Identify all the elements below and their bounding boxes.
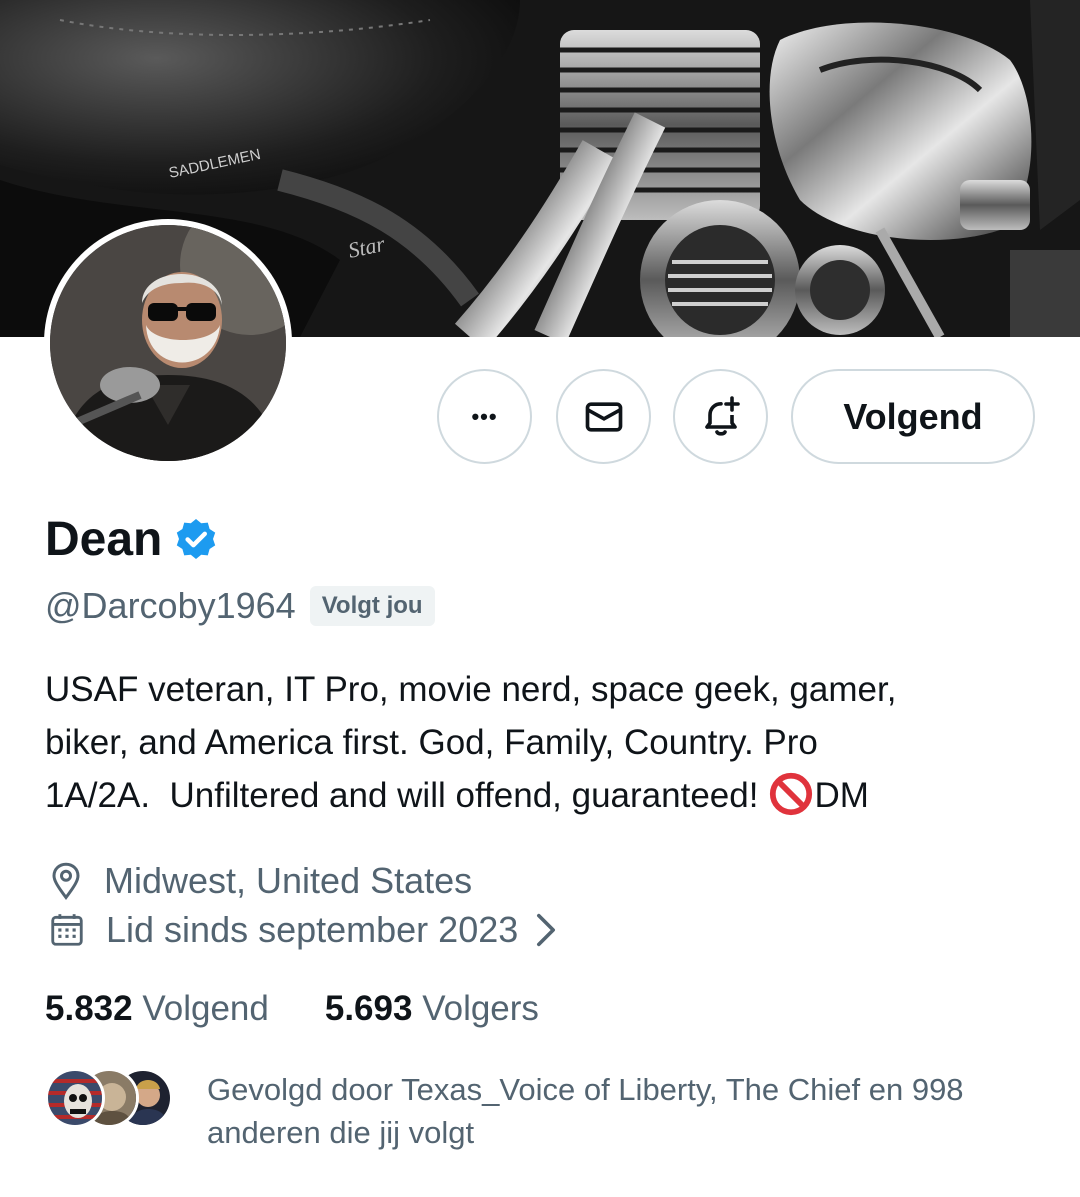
following-stat[interactable]: 5.832 Volgend: [45, 989, 269, 1029]
followers-label: Volgers: [422, 989, 539, 1028]
bio-line: 1A/2A. Unfiltered and will offend, guara…: [45, 769, 1045, 822]
verified-badge-icon[interactable]: [172, 516, 220, 564]
bio-line-text: 1A/2A. Unfiltered and will offend, guara…: [45, 776, 759, 815]
following-label: Volgend: [142, 989, 269, 1028]
no-entry-emoji-icon: [770, 772, 813, 815]
followed-by-text[interactable]: Gevolgd door Texas_Voice of Liberty, The…: [207, 1068, 1067, 1154]
handle-row: @Darcoby1964 Volgt jou: [45, 585, 435, 627]
message-button[interactable]: [556, 369, 651, 464]
location-text: Midwest, United States: [104, 860, 473, 901]
following-button[interactable]: Volgend: [791, 369, 1035, 464]
bell-plus-icon: [704, 395, 740, 436]
follower-avatar: [45, 1068, 105, 1128]
follow-stats: 5.832 Volgend 5.693 Volgers: [45, 989, 595, 1029]
profile-name: Dean: [45, 513, 163, 566]
profile-bio: USAF veteran, IT Pro, movie nerd, space …: [45, 663, 1045, 822]
avatar-image: [50, 225, 286, 461]
chevron-right-icon: [537, 913, 556, 947]
more-horizontal-icon: •••: [471, 403, 498, 429]
location-row: Midwest, United States: [48, 860, 472, 902]
followers-count: 5.693: [324, 989, 413, 1028]
notifications-button[interactable]: [673, 369, 768, 464]
following-count: 5.832: [45, 989, 133, 1028]
followed-by-avatars[interactable]: [45, 1068, 173, 1128]
bio-line: USAF veteran, IT Pro, movie nerd, space …: [45, 670, 897, 709]
profile-handle: @Darcoby1964: [45, 585, 296, 626]
profile-avatar[interactable]: [44, 219, 292, 467]
followers-stat[interactable]: 5.693 Volgers: [325, 989, 539, 1029]
bio-line: biker, and America first. God, Family, C…: [45, 723, 818, 762]
more-options-button[interactable]: •••: [437, 369, 532, 464]
joined-row[interactable]: Lid sinds september 2023: [48, 909, 560, 951]
envelope-icon: [585, 401, 622, 432]
follows-you-badge: Volgt jou: [309, 586, 435, 626]
joined-text: Lid sinds september 2023: [106, 909, 519, 950]
bio-dm-text: DM: [814, 776, 869, 815]
calendar-icon: [51, 914, 83, 946]
location-pin-icon: [52, 862, 80, 901]
following-button-label: Volgend: [843, 395, 983, 437]
profile-name-row: Dean: [45, 512, 220, 567]
